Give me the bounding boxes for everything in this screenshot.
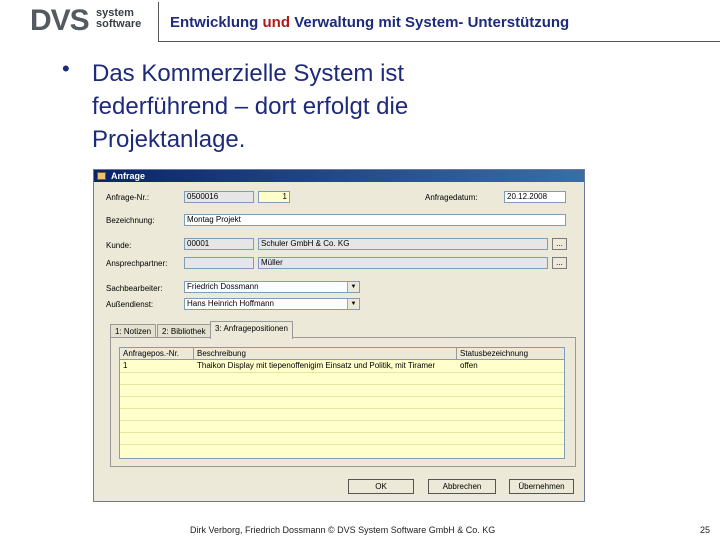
window-icon bbox=[97, 172, 106, 180]
grid-row-line bbox=[120, 384, 564, 385]
sachbearbeiter-label: Sachbearbeiter: bbox=[106, 284, 163, 293]
grid-row-line bbox=[120, 444, 564, 445]
bullet-text: Das Kommerzielle System ist federführend… bbox=[92, 60, 409, 153]
grid-column-header[interactable]: Anfragepos.-Nr. bbox=[120, 348, 194, 359]
tab-anfragepositionen[interactable]: 3: Anfragepositionen bbox=[210, 321, 293, 339]
grid-row-line bbox=[120, 396, 564, 397]
anfragedatum-field[interactable]: 20.12.2008 bbox=[504, 191, 566, 203]
anfrage-nr-field[interactable]: 0500016 bbox=[184, 191, 254, 203]
anfrage-nr-suffix-field[interactable]: 1 bbox=[258, 191, 290, 203]
uebernehmen-button[interactable]: Übernehmen bbox=[509, 479, 574, 494]
title-part2: und bbox=[262, 14, 291, 31]
grid-header: Anfragepos.-Nr. Beschreibung Statusbezei… bbox=[120, 348, 564, 360]
sachbearbeiter-select[interactable]: Friedrich Dossmann ▼ bbox=[184, 281, 360, 293]
logo-sub-line2: software bbox=[96, 18, 142, 30]
chevron-down-icon[interactable]: ▼ bbox=[347, 282, 359, 292]
grid-cell: offen bbox=[460, 361, 478, 370]
logo-main: DVS bbox=[30, 4, 90, 37]
window-title: Anfrage bbox=[111, 171, 146, 181]
grid-cell: Thaikon Display mit tiepenoffenigim Eins… bbox=[197, 361, 436, 370]
anfragepositionen-grid: Anfragepos.-Nr. Beschreibung Statusbezei… bbox=[119, 347, 565, 459]
ansprechpartner-label: Ansprechpartner: bbox=[106, 259, 168, 268]
title-part3: Verwaltung mit System- Unterstützung bbox=[294, 14, 570, 31]
tab-notizen[interactable]: 1: Notizen bbox=[110, 324, 157, 338]
aussendienst-label: Außendienst: bbox=[106, 300, 154, 309]
slide-title: Entwicklung und Verwaltung mit System- U… bbox=[170, 14, 569, 31]
anfragedatum-label: Anfragedatum: bbox=[425, 193, 478, 202]
kunde-nr-field[interactable]: 00001 bbox=[184, 238, 254, 250]
header-underline bbox=[158, 41, 720, 42]
dvs-logo: DVS system software bbox=[30, 5, 142, 39]
grid-column-header[interactable]: Statusbezeichnung bbox=[457, 348, 564, 359]
page-number: 25 bbox=[700, 525, 711, 535]
kunde-lookup-button[interactable]: ... bbox=[552, 238, 567, 250]
logo-sub: system software bbox=[96, 8, 141, 30]
kunde-label: Kunde: bbox=[106, 241, 132, 250]
ansprechpartner-nr-field[interactable] bbox=[184, 257, 254, 269]
abbrechen-button[interactable]: Abbrechen bbox=[428, 479, 496, 494]
ansprechpartner-name-field[interactable]: Müller bbox=[258, 257, 548, 269]
grid-row-line bbox=[120, 420, 564, 421]
ansprechpartner-lookup-button[interactable]: ... bbox=[552, 257, 567, 269]
grid-row-line bbox=[120, 432, 564, 433]
aussendienst-value: Hans Heinrich Hoffmann bbox=[187, 299, 275, 308]
window-titlebar[interactable]: Anfrage bbox=[94, 170, 584, 182]
grid-column-header[interactable]: Beschreibung bbox=[194, 348, 457, 359]
kunde-name-field[interactable]: Schuler GmbH & Co. KG bbox=[258, 238, 548, 250]
aussendienst-select[interactable]: Hans Heinrich Hoffmann ▼ bbox=[184, 298, 360, 310]
anfrage-nr-label: Anfrage-Nr.: bbox=[106, 193, 150, 202]
title-part1: Entwicklung bbox=[170, 14, 259, 31]
grid-row-line bbox=[120, 408, 564, 409]
chevron-down-icon[interactable]: ▼ bbox=[347, 299, 359, 309]
bezeichnung-field[interactable]: Montag Projekt bbox=[184, 214, 566, 226]
tab-bibliothek[interactable]: 2: Bibliothek bbox=[157, 324, 211, 338]
bezeichnung-label: Bezeichnung: bbox=[106, 216, 155, 225]
footer-text: Dirk Verborg, Friedrich Dossmann © DVS S… bbox=[190, 525, 496, 535]
bullet-symbol: • bbox=[62, 56, 70, 81]
sachbearbeiter-value: Friedrich Dossmann bbox=[187, 282, 259, 291]
grid-row-line bbox=[120, 372, 564, 373]
grid-cell: 1 bbox=[123, 361, 128, 370]
ok-button[interactable]: OK bbox=[348, 479, 414, 494]
header-separator bbox=[158, 2, 159, 42]
